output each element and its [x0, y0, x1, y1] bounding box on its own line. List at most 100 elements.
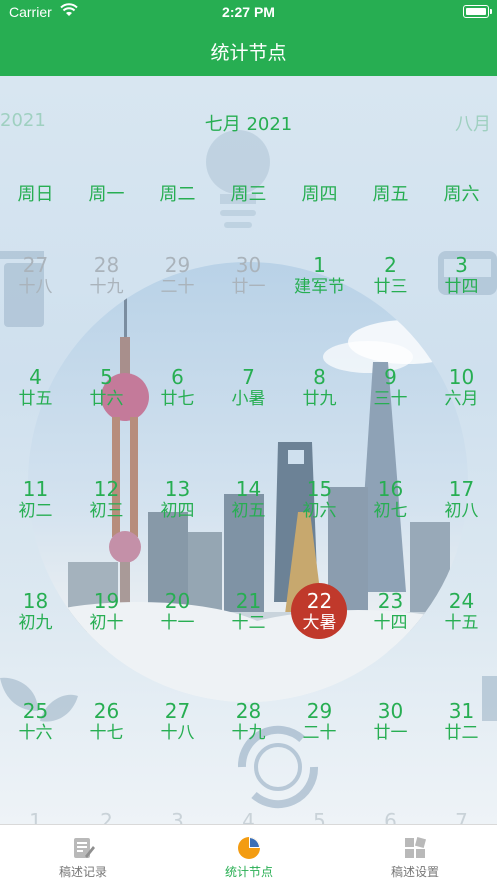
calendar-day[interactable]: 7 小暑	[213, 366, 284, 416]
day-number: 6	[384, 809, 397, 824]
current-month-label: 七月 2021	[204, 114, 293, 135]
calendar-day[interactable]: 14 初五	[213, 478, 284, 528]
calendar-day-today[interactable]: 22 大暑	[284, 590, 355, 640]
day-number: 6	[171, 365, 184, 389]
day-number: 13	[164, 477, 191, 501]
day-number: 9	[384, 365, 397, 389]
calendar-day[interactable]: 31 廿二	[426, 700, 497, 750]
tab-bar: 稿述记录 统计节点 稿述设置	[0, 824, 497, 884]
calendar-day[interactable]: 17 初八	[426, 478, 497, 528]
day-number: 7	[455, 809, 468, 824]
day-number: 14	[235, 477, 262, 501]
calendar-day[interactable]: 16 初七	[355, 478, 426, 528]
lunar-date: 十四	[373, 613, 408, 633]
calendar-day[interactable]: 3	[142, 810, 213, 824]
calendar-day[interactable]: 30 廿一	[355, 700, 426, 750]
day-number: 27	[164, 699, 191, 723]
day-number: 20	[164, 589, 191, 613]
calendar-day[interactable]: 1	[0, 810, 71, 824]
calendar-day[interactable]: 6	[355, 810, 426, 824]
day-number: 23	[377, 589, 404, 613]
tab-settings[interactable]: 稿述设置	[332, 825, 497, 884]
lunar-date: 十一	[160, 613, 195, 633]
lunar-date: 十九	[231, 723, 266, 743]
lunar-date: 三十	[373, 389, 408, 409]
day-number: 30	[235, 253, 262, 277]
weekday-label: 周二	[159, 184, 196, 205]
tab-label: 统计节点	[224, 865, 273, 879]
calendar-day[interactable]: 3 廿四	[426, 254, 497, 304]
calendar-day[interactable]: 27 十八	[142, 700, 213, 750]
day-number: 7	[242, 365, 255, 389]
calendar-day[interactable]: 13 初四	[142, 478, 213, 528]
calendar-day[interactable]: 25 十六	[0, 700, 71, 750]
day-number: 12	[93, 477, 120, 501]
calendar-day[interactable]: 11 初二	[0, 478, 71, 528]
lunar-date: 廿一	[373, 723, 408, 743]
lunar-date: 建军节	[294, 277, 345, 297]
calendar-day[interactable]: 29 二十	[284, 700, 355, 750]
lunar-date: 初九	[18, 613, 53, 633]
calendar-day[interactable]: 12 初三	[71, 478, 142, 528]
calendar-day[interactable]: 5	[284, 810, 355, 824]
calendar-day[interactable]: 18 初九	[0, 590, 71, 640]
lunar-date: 六月	[444, 389, 479, 409]
calendar-day[interactable]: 28 十九	[213, 700, 284, 750]
lunar-date: 十五	[444, 613, 479, 633]
calendar-view[interactable]: 2021 七月 2021 八月 周日 周一 周二 周三 周四 周五 周六 27 十…	[0, 76, 497, 824]
notes-icon	[74, 838, 95, 858]
calendar-day[interactable]: 4	[213, 810, 284, 824]
calendar-day[interactable]: 9 三十	[355, 366, 426, 416]
calendar-day[interactable]: 23 十四	[355, 590, 426, 640]
calendar-day[interactable]: 15 初六	[284, 478, 355, 528]
calendar-day[interactable]: 5 廿六	[71, 366, 142, 416]
day-number: 31	[448, 699, 475, 723]
lunar-date: 十八	[160, 723, 195, 743]
calendar-day[interactable]: 10 六月	[426, 366, 497, 416]
calendar-day[interactable]: 29 二十	[142, 254, 213, 304]
day-number: 28	[93, 253, 120, 277]
weekday-label: 周一	[88, 184, 125, 205]
lunar-date: 初五	[231, 501, 266, 521]
calendar-day[interactable]: 1 建军节	[284, 254, 355, 304]
lunar-date: 廿九	[302, 389, 337, 409]
calendar-day[interactable]: 2	[71, 810, 142, 824]
calendar-day[interactable]: 8 廿九	[284, 366, 355, 416]
calendar-day[interactable]: 28 十九	[71, 254, 142, 304]
lunar-date: 十六	[18, 723, 53, 743]
day-number: 3	[171, 809, 184, 824]
battery-icon	[463, 5, 492, 18]
day-number: 11	[22, 477, 49, 501]
calendar-day[interactable]: 19 初十	[71, 590, 142, 640]
lunar-date: 大暑	[302, 613, 337, 633]
next-month-label[interactable]: 八月	[455, 110, 491, 136]
calendar-day[interactable]: 6 廿七	[142, 366, 213, 416]
weekday-label: 周日	[17, 184, 54, 205]
tab-notes[interactable]: 稿述记录	[0, 825, 166, 884]
calendar-day[interactable]: 27 十八	[0, 254, 71, 304]
lunar-date: 廿五	[18, 389, 53, 409]
lunar-date: 十七	[89, 723, 124, 743]
lunar-date: 廿四	[444, 277, 479, 297]
calendar-day[interactable]: 4 廿五	[0, 366, 71, 416]
weekday-label: 周四	[301, 184, 338, 205]
calendar-day[interactable]: 30 廿一	[213, 254, 284, 304]
tab-statistics[interactable]: 统计节点	[166, 825, 332, 884]
tab-label: 稿述记录	[58, 865, 107, 879]
calendar-day[interactable]: 21 十二	[213, 590, 284, 640]
tab-label: 稿述设置	[390, 865, 439, 879]
calendar-day[interactable]: 7	[426, 810, 497, 824]
calendar-day[interactable]: 26 十七	[71, 700, 142, 750]
settings-grid-icon	[405, 836, 427, 858]
calendar-day[interactable]: 24 十五	[426, 590, 497, 640]
calendar-day[interactable]: 20 十一	[142, 590, 213, 640]
calendar-day[interactable]: 2 廿三	[355, 254, 426, 304]
day-number: 8	[313, 365, 326, 389]
day-number: 17	[448, 477, 475, 501]
weekday-label: 周三	[230, 184, 267, 205]
weekday-label: 周五	[372, 184, 409, 205]
pie-chart-icon	[238, 837, 260, 859]
lunar-date: 廿六	[89, 389, 124, 409]
day-number: 29	[164, 253, 191, 277]
lunar-date: 初六	[302, 501, 337, 521]
